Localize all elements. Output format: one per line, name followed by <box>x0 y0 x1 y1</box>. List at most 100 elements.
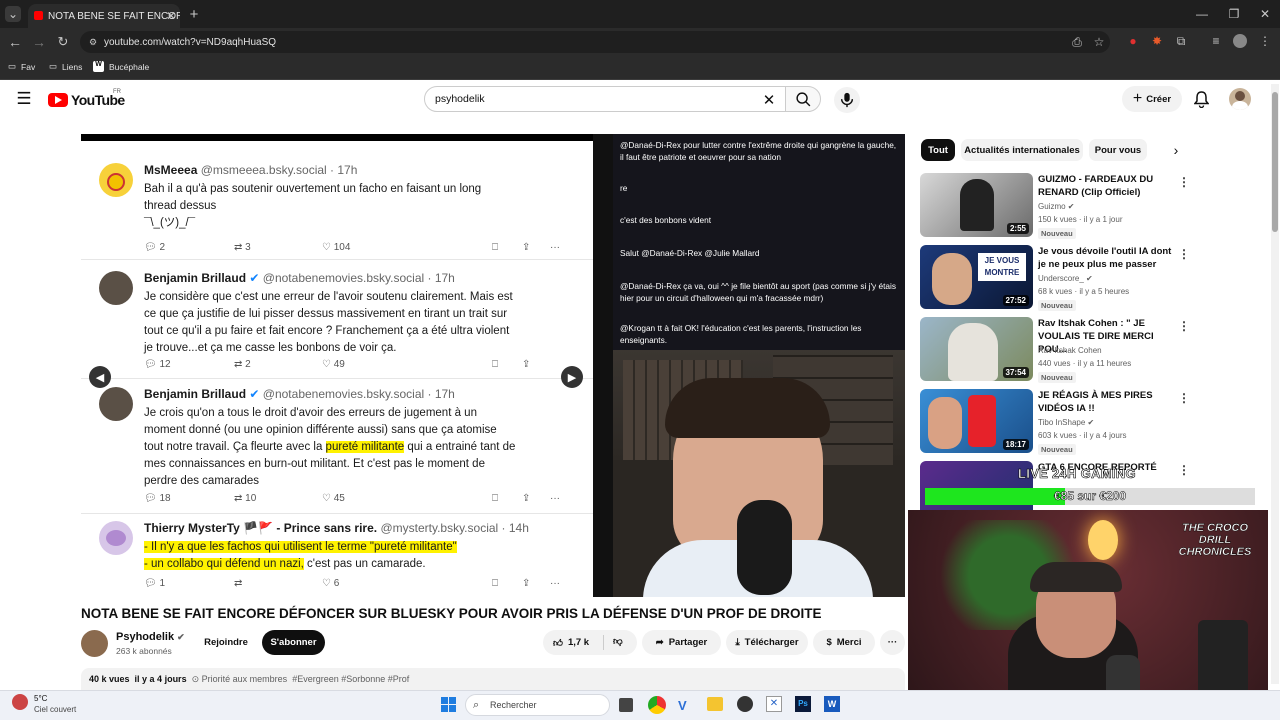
app-icon[interactable]: ✕ <box>766 696 782 712</box>
scrollbar-thumb[interactable] <box>1272 92 1278 232</box>
post-body: - Il n'y a que les fachos qui utilisent … <box>144 541 457 570</box>
close-window-icon[interactable]: ✕ <box>1257 6 1273 22</box>
voice-search-button[interactable] <box>834 87 860 113</box>
extension-orange-icon[interactable]: ✸ <box>1150 34 1164 48</box>
menu-hamburger-icon[interactable]: ☰ <box>14 89 34 109</box>
bookmark-liens[interactable]: ▭ Liens <box>49 61 82 72</box>
channel-name[interactable]: Guizmo ✔ <box>1038 202 1075 211</box>
recommendation-item[interactable]: 18:17 JE RÉAGIS À MES PIRES VIDÉOS IA !!… <box>920 389 1260 455</box>
task-view-icon[interactable] <box>619 698 633 712</box>
donation-goal-bar: €85 sur €200 <box>925 488 1255 505</box>
upload-age: il y a 4 jours <box>134 674 187 684</box>
photoshop-icon[interactable]: Ps <box>795 696 811 712</box>
tab-search-icon[interactable]: ⌄ <box>5 6 21 22</box>
forward-icon[interactable]: → <box>31 34 47 50</box>
description-box[interactable]: 40 k vues il y a 4 jours ⊙ Priorité aux … <box>81 668 905 690</box>
word-icon[interactable]: W <box>824 696 840 712</box>
chrome-icon[interactable] <box>648 696 666 714</box>
carousel-prev-icon[interactable]: ◀ <box>89 366 111 388</box>
install-app-icon[interactable]: ⎙ <box>1070 35 1084 49</box>
file-explorer-icon[interactable] <box>707 697 723 711</box>
thanks-button[interactable]: $ Merci <box>813 630 875 655</box>
windows-start-icon[interactable] <box>441 697 457 713</box>
chat-message: @Danaé-Di-Rex ça va, oui ^^ je file bien… <box>620 281 897 303</box>
channel-name[interactable]: Underscore_ ✔ <box>1038 274 1093 283</box>
profile-avatar[interactable] <box>1233 34 1247 48</box>
clear-search-icon[interactable]: ✕ <box>761 92 777 109</box>
like-count[interactable]: 1,7 k <box>568 637 589 648</box>
tab-active[interactable]: NOTA BENE SE FAIT ENCORE DÉ ✕ <box>28 4 180 28</box>
vivaldi-icon[interactable]: V <box>678 698 694 713</box>
youtube-logo[interactable]: YouTube FR <box>48 89 138 109</box>
subscribe-button[interactable]: S'abonner <box>262 630 325 655</box>
new-tab-icon[interactable]: + <box>186 6 202 23</box>
video-player[interactable]: MsMeeea @msmeeea.bsky.social · 17h Bah i… <box>81 134 905 597</box>
create-button[interactable]: + Créer <box>1122 86 1182 112</box>
chip-all[interactable]: Tout <box>921 139 955 161</box>
maximize-icon[interactable]: ❐ <box>1226 6 1242 22</box>
video-title[interactable]: GUIZMO - FARDEAUX DU RENARD (Clip Offici… <box>1038 173 1172 199</box>
back-icon[interactable]: ← <box>7 34 23 50</box>
browser-menu-icon[interactable]: ⋮ <box>1259 34 1271 48</box>
video-thumbnail[interactable]: 18:17 <box>920 389 1033 453</box>
more-options-icon[interactable]: ⋮ <box>1178 463 1190 477</box>
chat-message: c'est des bonbons vident <box>620 215 712 225</box>
extensions-icon[interactable]: ⧉ <box>1174 34 1188 48</box>
video-thumbnail[interactable]: 2:55 <box>920 173 1033 237</box>
reading-list-icon[interactable]: ≡ <box>1209 34 1223 48</box>
carousel-next-icon[interactable]: ▶ <box>561 366 583 388</box>
more-options-icon[interactable]: ⋮ <box>1178 175 1190 189</box>
chip-for-you[interactable]: Pour vous <box>1089 139 1147 161</box>
account-avatar[interactable] <box>1229 88 1251 110</box>
plus-icon: + <box>1132 90 1143 107</box>
obs-icon[interactable] <box>737 696 753 712</box>
chips-next-icon[interactable]: › <box>1166 140 1186 160</box>
recommendation-item[interactable]: JE VOUS MONTRE 27:52 Je vous dévoile l'out… <box>920 245 1260 311</box>
weather-icon[interactable] <box>12 694 28 710</box>
donation-goal-text: €85 sur €200 <box>1053 489 1127 504</box>
search-button[interactable] <box>785 86 821 112</box>
duration-badge: 2:55 <box>1006 223 1029 234</box>
bookmark-star-icon[interactable]: ☆ <box>1092 35 1106 49</box>
reload-icon[interactable]: ↻ <box>55 34 71 50</box>
bookmark-icon: ⎕ <box>492 493 498 504</box>
minimize-icon[interactable]: — <box>1194 6 1210 22</box>
taskbar-search[interactable]: ⌕ Rechercher <box>465 694 610 716</box>
video-thumbnail[interactable]: 37:54 <box>920 317 1033 381</box>
notifications-bell-icon[interactable] <box>1191 89 1211 109</box>
tab-close-icon[interactable]: ✕ <box>164 9 178 23</box>
bookmark-fav[interactable]: ▭ Fav <box>8 61 35 72</box>
channel-name[interactable]: Rav Itshak Cohen <box>1038 346 1102 355</box>
like-icon[interactable]: 👍︎ <box>553 637 563 649</box>
more-icon: ··· <box>550 493 560 504</box>
weather-desc[interactable]: Ciel couvert <box>34 705 76 714</box>
site-info-icon[interactable]: ⚙ <box>87 35 99 49</box>
page-scrollbar[interactable] <box>1271 84 1279 684</box>
more-options-icon[interactable]: ⋮ <box>1178 391 1190 405</box>
more-options-icon[interactable]: ⋮ <box>1178 247 1190 261</box>
recommendation-item[interactable]: 37:54 Rav Itshak Cohen : " JE VOULAIS TE… <box>920 317 1260 383</box>
weather-temp[interactable]: 5°C <box>34 694 47 703</box>
join-button[interactable]: Rejoindre <box>195 630 257 655</box>
dislike-icon[interactable]: 👎︎ <box>613 635 623 647</box>
repost-icon: ⇄ 2 <box>234 359 251 370</box>
video-title[interactable]: JE RÉAGIS À MES PIRES VIDÉOS IA !! <box>1038 389 1172 415</box>
chat-message: @Danaé-Di-Rex pour lutter contre l'extrê… <box>620 140 897 162</box>
extension-red-icon[interactable]: ● <box>1126 34 1140 48</box>
share-button[interactable]: ➦ Partager <box>642 630 721 655</box>
download-icon: ⤓ <box>735 637 740 648</box>
recommendation-item[interactable]: 2:55 GUIZMO - FARDEAUX DU RENARD (Clip O… <box>920 173 1260 239</box>
verified-icon: ✔ <box>1086 274 1093 283</box>
download-button[interactable]: ⤓ Télécharger <box>726 630 808 655</box>
bookmark-bucephale[interactable]: W Bucéphale <box>93 61 149 72</box>
video-thumbnail[interactable]: JE VOUS MONTRE 27:52 <box>920 245 1033 309</box>
search-input[interactable]: psyhodelik ✕ <box>424 86 786 112</box>
video-title[interactable]: Je vous dévoile l'outil IA dont je ne pe… <box>1038 245 1172 271</box>
channel-avatar[interactable] <box>81 630 108 657</box>
more-options-icon[interactable]: ⋮ <box>1178 319 1190 333</box>
channel-name[interactable]: Tibo InShape ✔ <box>1038 418 1094 427</box>
more-actions-icon[interactable]: ··· <box>880 630 905 655</box>
address-bar[interactable]: ⚙ youtube.com/watch?v=ND9aqhHuaSQ ⎙ ☆ <box>80 31 1110 53</box>
channel-name[interactable]: Psyhodelik ✔ <box>116 631 185 643</box>
chip-world-news[interactable]: Actualités internationales <box>961 139 1083 161</box>
